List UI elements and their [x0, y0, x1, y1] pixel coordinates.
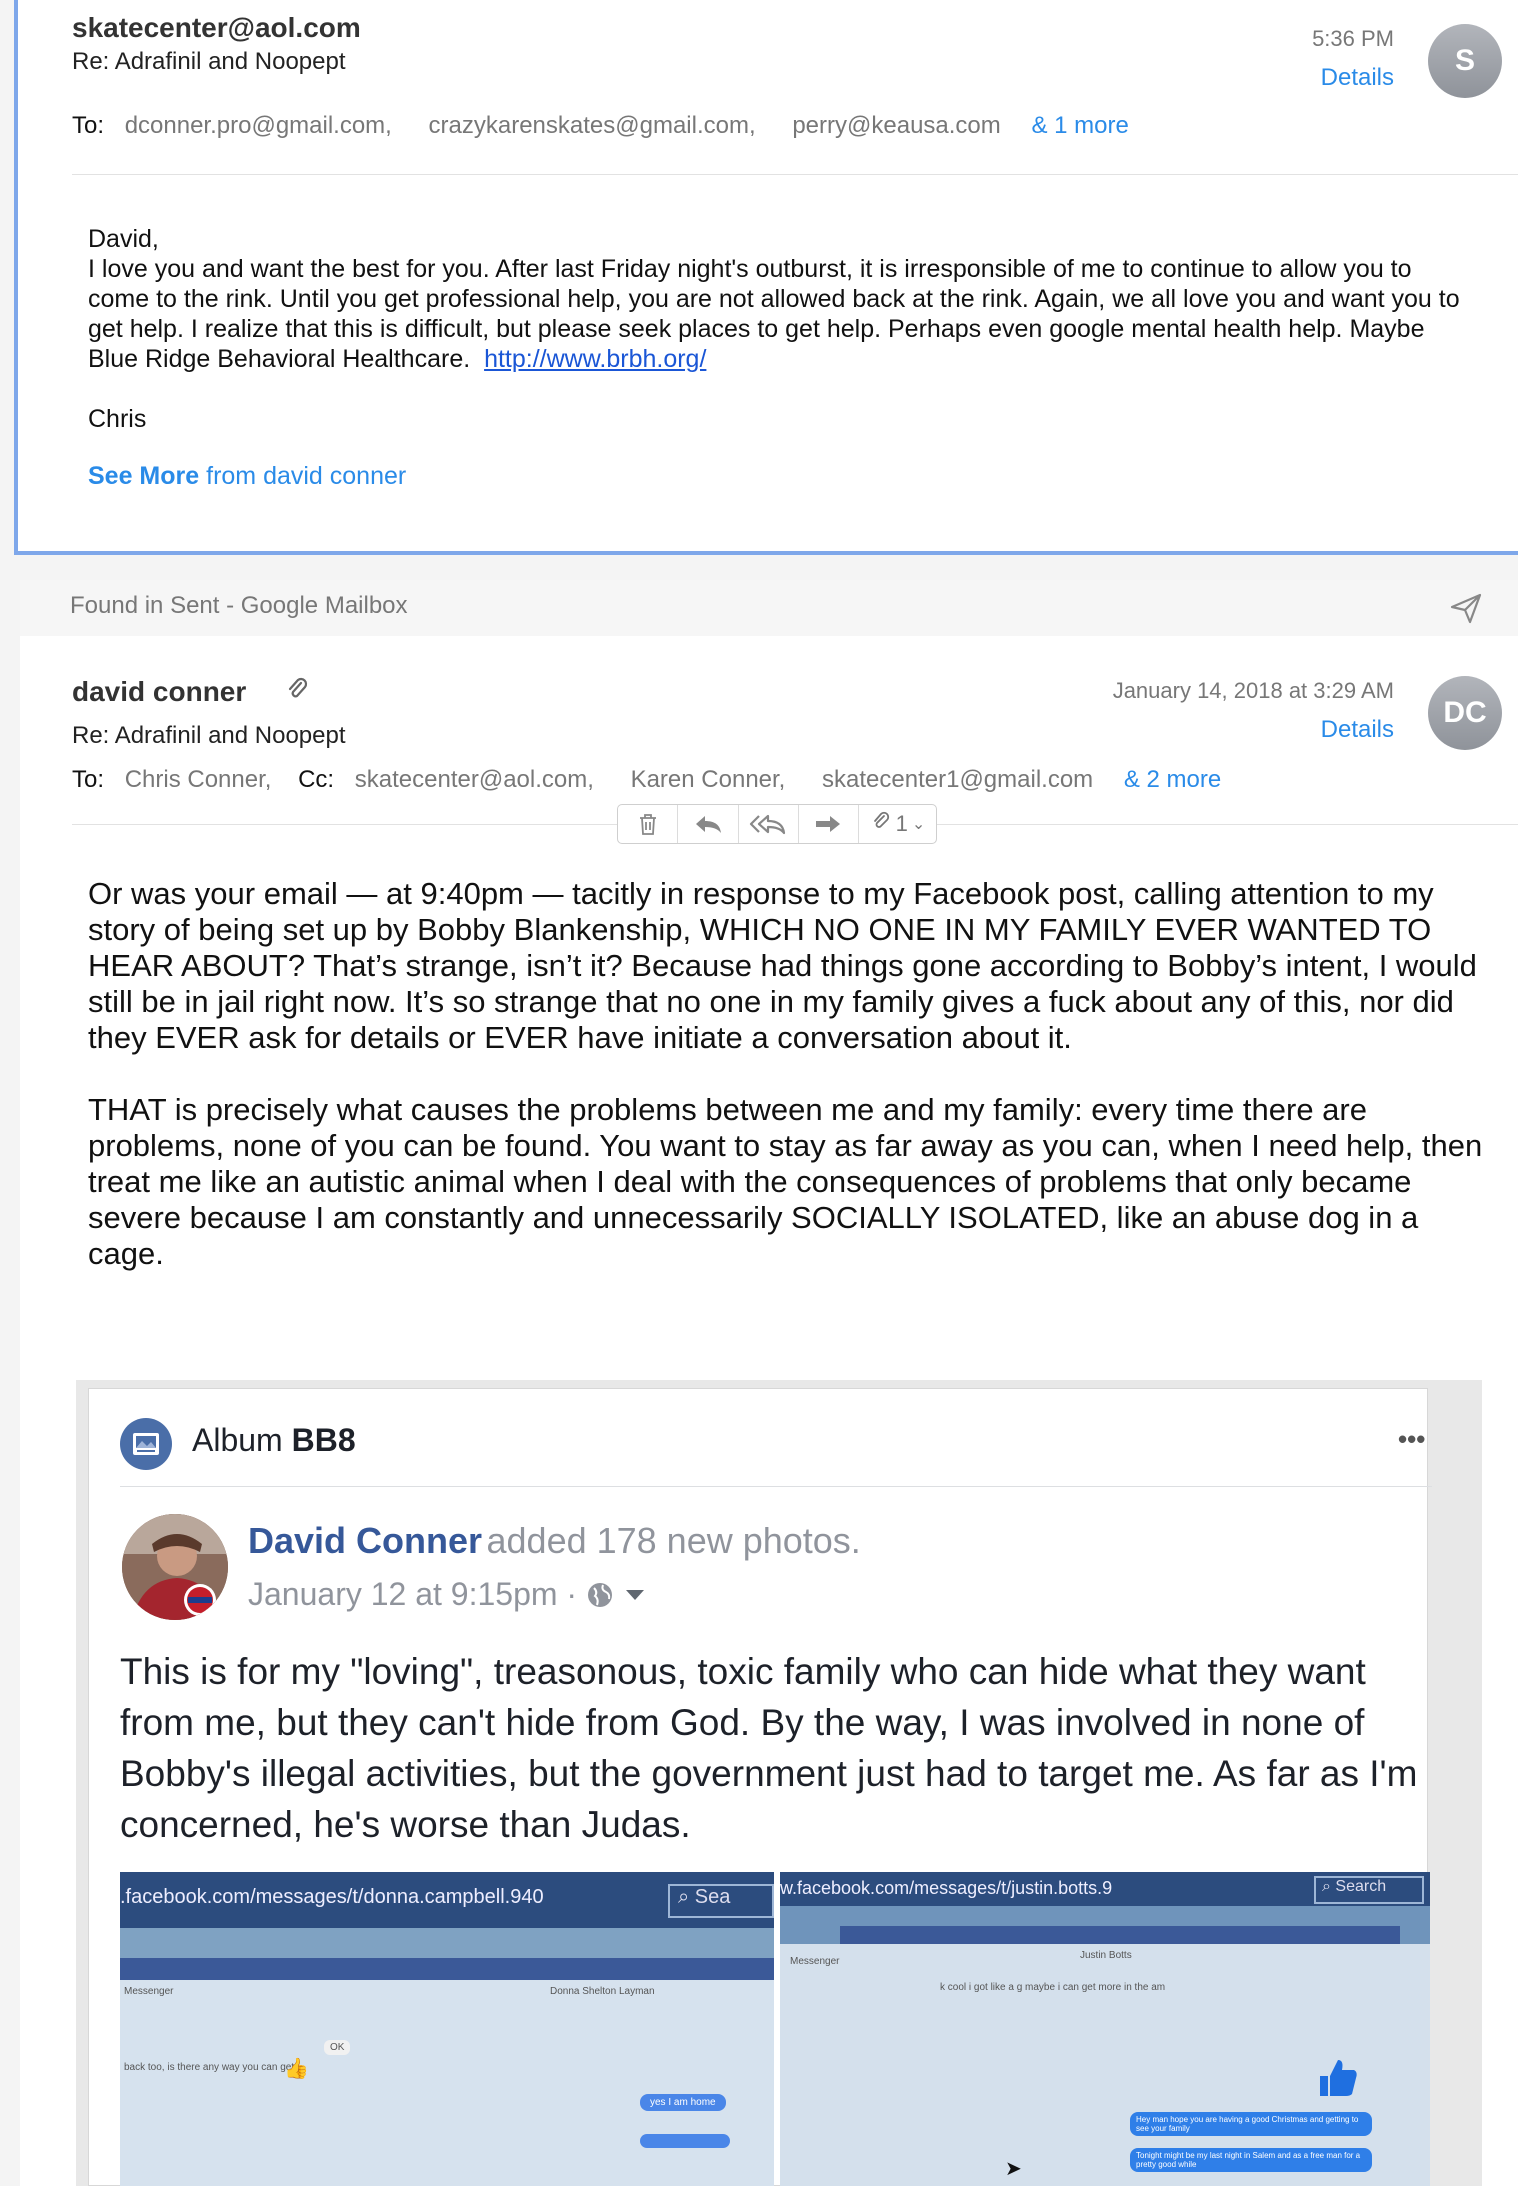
album-prefix: Album	[192, 1422, 283, 1458]
details-link[interactable]: Details	[1180, 64, 1394, 92]
email-recipients: To: Chris Conner, Cc: skatecenter@aol.co…	[72, 766, 1221, 794]
globe-icon	[585, 1580, 615, 1610]
message-snippet: k cool i got like a g maybe i can get mo…	[940, 1982, 1166, 1993]
fb-blue-bar	[840, 1926, 1400, 1944]
email-body: Or was your email — at 9:40pm — tacitly …	[88, 876, 1488, 1272]
reply-bubble: OK	[324, 2040, 351, 2055]
email-sender[interactable]: david conner	[72, 676, 246, 708]
message-bubble: Tonight might be my last night in Salem …	[1130, 2148, 1372, 2172]
email-sender[interactable]: skatecenter@aol.com	[72, 12, 361, 44]
avatar: DC	[1428, 676, 1502, 750]
post-photo[interactable]: w.facebook.com/messages/t/justin.botts.9…	[780, 1872, 1430, 2186]
photo-url: .facebook.com/messages/t/donna.campbell.…	[120, 1886, 544, 1908]
post-header: David Conner added 178 new photos.	[248, 1520, 861, 1562]
forward-icon[interactable]	[799, 805, 859, 843]
brbh-link[interactable]: http://www.brbh.org/	[484, 345, 706, 373]
details-link[interactable]: Details	[1180, 716, 1394, 744]
album-name: BB8	[291, 1422, 356, 1458]
thumbs-up-icon	[1316, 2056, 1360, 2100]
cursor-icon: ➤	[1005, 2158, 1022, 2180]
album-icon	[120, 1418, 172, 1470]
contact-name: Justin Botts	[1080, 1950, 1132, 1961]
recipient[interactable]: crazykarenskates@gmail.com,	[429, 112, 756, 139]
recipient[interactable]: dconner.pro@gmail.com,	[125, 112, 392, 139]
paragraph: Or was your email — at 9:40pm — tacitly …	[88, 876, 1477, 1055]
more-recipients-link[interactable]: & 1 more	[1031, 112, 1128, 139]
email-subject: Re: Adrafinil and Noopept	[72, 722, 346, 749]
email-time: January 14, 2018 at 3:29 AM	[1112, 678, 1394, 703]
attachment-count: 1	[895, 811, 908, 836]
more-options-icon[interactable]: •••	[1398, 1424, 1425, 1455]
thumbs-up-emoji: 👍	[284, 2058, 309, 2080]
recipient[interactable]: perry@keausa.com	[792, 112, 1000, 139]
email-subject: Re: Adrafinil and Noopept	[72, 48, 346, 75]
message-bubble	[640, 2134, 730, 2148]
recipient[interactable]: Chris Conner,	[125, 766, 272, 793]
found-in-sent-label: Found in Sent - Google Mailbox	[70, 592, 408, 619]
email-time: 5:36 PM	[1312, 26, 1394, 51]
caret-down-icon[interactable]	[625, 1588, 645, 1602]
attachment-icon	[870, 810, 892, 838]
chevron-down-icon: ⌄	[911, 816, 926, 833]
trash-icon[interactable]	[618, 805, 679, 843]
cc-recipient[interactable]: skatecenter1@gmail.com	[822, 766, 1093, 793]
more-recipients-link[interactable]: & 2 more	[1124, 766, 1221, 793]
post-date[interactable]: January 12 at 9:15pm ·	[248, 1576, 577, 1613]
contact-name: Donna Shelton Layman	[550, 1986, 655, 1997]
greeting: David,	[88, 225, 159, 253]
send-icon[interactable]	[1448, 590, 1484, 626]
search-icon: ⌕	[1322, 1878, 1331, 1895]
messenger-window	[120, 1980, 774, 2186]
reply-bubble: yes I am home	[640, 2094, 726, 2111]
photo-search-box: ⌕ Sea	[668, 1884, 774, 1918]
email-body: David, I love you and want the best for …	[88, 224, 1468, 434]
message-toolbar: 1 ⌄	[617, 804, 937, 844]
see-more-label: See More	[88, 462, 200, 490]
email-recipients: To: dconner.pro@gmail.com, crazykarenska…	[72, 112, 1129, 140]
attachment-menu-button[interactable]: 1 ⌄	[859, 805, 936, 843]
paperclip-icon	[282, 674, 312, 704]
see-more-link[interactable]: See More from david conner	[88, 462, 406, 491]
card-divider	[120, 1486, 1432, 1487]
cc-recipient[interactable]: Karen Conner,	[631, 766, 786, 793]
avatar: S	[1428, 24, 1502, 98]
profile-picture[interactable]	[122, 1514, 228, 1620]
cc-label: Cc:	[298, 766, 335, 793]
photo-search-label: Search	[1335, 1878, 1387, 1895]
message-snippet: back too, is there any way you can get i	[124, 2062, 300, 2073]
message-bubble: Hey man hope you are having a good Chris…	[1130, 2112, 1372, 2136]
album-title[interactable]: Album BB8	[192, 1422, 356, 1459]
reply-all-icon[interactable]	[739, 805, 799, 843]
post-meta: January 12 at 9:15pm ·	[248, 1576, 645, 1613]
photo-search-label: Sea	[694, 1886, 731, 1908]
cc-recipient[interactable]: skatecenter@aol.com,	[355, 766, 594, 793]
search-icon: ⌕	[678, 1886, 690, 1908]
body-text: I love you and want the best for you. Af…	[88, 255, 1460, 373]
post-text: This is for my "loving", treasonous, tox…	[120, 1651, 1418, 1845]
photo-url: w.facebook.com/messages/t/justin.botts.9	[780, 1878, 1113, 1898]
post-photo[interactable]: .facebook.com/messages/t/donna.campbell.…	[120, 1872, 774, 2186]
paragraph: THAT is precisely what causes the proble…	[88, 1092, 1483, 1271]
messenger-header: Messenger	[790, 1956, 840, 1967]
photo-search-box: ⌕ Search	[1314, 1876, 1424, 1904]
header-divider	[72, 174, 1518, 175]
to-label: To:	[72, 766, 105, 793]
fb-blue-bar	[120, 1958, 774, 1980]
messenger-header: Messenger	[124, 1986, 174, 1997]
to-label: To:	[72, 112, 105, 139]
author-name[interactable]: David Conner	[248, 1520, 482, 1561]
see-more-source: from david conner	[206, 462, 407, 490]
signature: Chris	[88, 405, 147, 433]
post-action: added 178 new photos.	[486, 1520, 861, 1561]
reply-icon[interactable]	[678, 805, 739, 843]
